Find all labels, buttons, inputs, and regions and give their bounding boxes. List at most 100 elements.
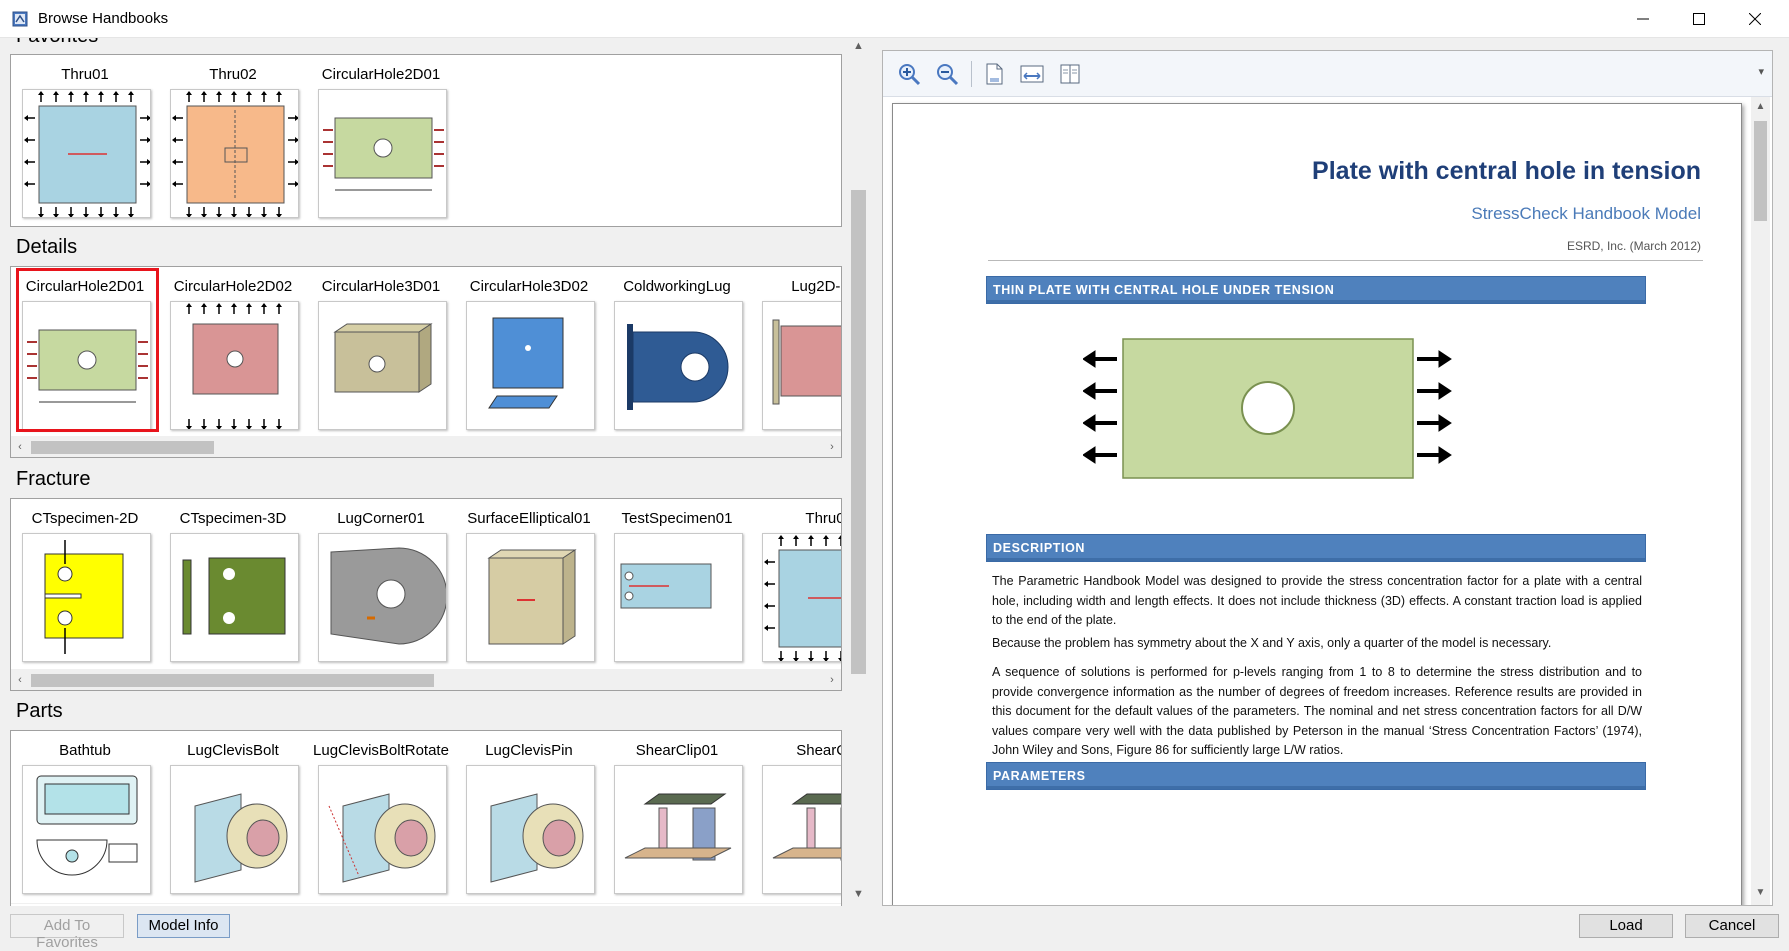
handbook-thumbnail[interactable]	[614, 301, 743, 430]
zoom-out-icon	[937, 64, 959, 86]
toolbar-dropdown-icon[interactable]: ▾	[1758, 65, 1764, 78]
ct-specimen-3d-thumbnail	[182, 557, 286, 635]
handbook-tile-label: ShearCli	[796, 742, 841, 759]
handbook-thumbnail[interactable]	[170, 533, 299, 662]
shear-clip-thumbnail	[624, 793, 732, 861]
scroll-right-icon[interactable]: ›	[825, 441, 839, 453]
scroll-thumb[interactable]	[1754, 121, 1767, 221]
pane-splitter[interactable]	[868, 38, 882, 906]
handbook-tile-label: CircularHole3D02	[469, 278, 589, 295]
scroll-left-icon[interactable]: ‹	[13, 441, 27, 453]
close-icon	[1749, 13, 1761, 25]
cancel-button[interactable]: Cancel	[1685, 914, 1779, 938]
handbook-thumbnail[interactable]	[318, 533, 447, 662]
browser-vertical-scrollbar[interactable]: ▲ ▼	[849, 38, 868, 906]
handbook-tile[interactable]: TestSpecimen01	[603, 499, 751, 669]
fracture-horizontal-scrollbar[interactable]: ‹ ›	[11, 669, 841, 690]
load-button[interactable]: Load	[1579, 914, 1673, 938]
handbook-tile-label: TestSpecimen01	[621, 510, 733, 527]
parts-gallery: ShearCli ShearClip01 LugClevisPin LugClevis…	[10, 730, 842, 906]
doc-section-heading: THIN PLATE WITH CENTRAL HOLE UNDER TENSI…	[986, 276, 1646, 304]
title-bar: Browse Handbooks	[0, 0, 1789, 38]
handbook-tile[interactable]: Bathtub	[11, 731, 159, 901]
handbook-thumbnail[interactable]	[22, 89, 151, 218]
handbook-tile[interactable]: CircularHole3D01	[307, 267, 455, 437]
scroll-thumb[interactable]	[31, 441, 214, 454]
handbook-tile[interactable]: CircularHole3D02	[455, 267, 603, 437]
handbook-thumbnail[interactable]	[22, 533, 151, 662]
scroll-down-icon[interactable]: ▼	[849, 888, 868, 900]
scroll-down-icon[interactable]: ▼	[1751, 887, 1770, 898]
document-vertical-scrollbar[interactable]: ▲ ▼	[1751, 97, 1770, 905]
handbook-thumbnail[interactable]	[318, 301, 447, 430]
handbook-tile[interactable]: ShearClip01	[603, 731, 751, 901]
model-info-button[interactable]: Model Info	[137, 914, 230, 938]
scroll-left-icon[interactable]: ‹	[13, 674, 27, 686]
handbook-tile[interactable]: LugCorner01	[307, 499, 455, 669]
handbook-tile[interactable]: CTspecimen-2D	[11, 499, 159, 669]
minimize-button[interactable]	[1620, 0, 1666, 38]
two-page-button[interactable]	[1056, 60, 1084, 88]
fit-width-icon	[1020, 65, 1044, 83]
handbook-thumbnail[interactable]	[614, 533, 743, 662]
handbook-tile[interactable]: LugClevisBolt	[159, 731, 307, 901]
handbook-tile[interactable]: Thru02	[159, 55, 307, 225]
favorites-gallery: CircularHole2D01 Thru02 Thru01	[10, 54, 842, 227]
handbook-tile[interactable]: CircularHole2D02	[159, 267, 307, 437]
lug-2d-thumbnail	[772, 319, 841, 405]
fit-width-button[interactable]	[1018, 60, 1046, 88]
add-to-favorites-button[interactable]: Add To Favorites	[10, 914, 124, 951]
handbook-thumbnail[interactable]	[466, 301, 595, 430]
handbook-tile[interactable]: SurfaceElliptical01	[455, 499, 603, 669]
handbook-tile[interactable]: LugClevisPin	[455, 731, 603, 901]
surface-elliptical-thumbnail	[487, 549, 577, 645]
scroll-thumb[interactable]	[851, 190, 866, 674]
handbook-thumbnail[interactable]	[318, 89, 447, 218]
scroll-thumb[interactable]	[31, 674, 434, 687]
details-horizontal-scrollbar[interactable]: ‹ ›	[11, 436, 841, 457]
handbook-tile-label: Thru02	[209, 66, 257, 83]
handbook-thumbnail[interactable]	[466, 533, 595, 662]
handbook-tile[interactable]: LugClevisBoltRotate	[307, 731, 455, 901]
handbook-thumbnail[interactable]	[22, 301, 151, 430]
handbook-tile-label: CircularHole2D02	[173, 278, 293, 295]
handbook-thumbnail[interactable]	[762, 533, 841, 662]
scroll-up-icon[interactable]: ▲	[849, 40, 868, 52]
handbook-thumbnail[interactable]	[762, 765, 841, 894]
close-button[interactable]	[1732, 0, 1778, 38]
plate-hole-3d-thumbnail	[333, 323, 433, 393]
handbook-tile[interactable]: ColdworkingLug	[603, 267, 751, 437]
section-title-favorites: Favorites	[16, 38, 98, 48]
handbook-thumbnail[interactable]	[170, 765, 299, 894]
handbook-thumbnail[interactable]	[170, 301, 299, 430]
test-specimen-thumbnail	[620, 563, 712, 609]
minimize-icon	[1637, 18, 1649, 20]
handbook-thumbnail[interactable]	[22, 765, 151, 894]
handbook-tile[interactable]: Thru0	[751, 499, 842, 669]
handbook-tile[interactable]: Thru01	[11, 55, 159, 225]
handbook-tile[interactable]: CTspecimen-3D	[159, 499, 307, 669]
scroll-up-icon[interactable]: ▲	[1751, 101, 1770, 112]
handbook-thumbnail[interactable]	[614, 765, 743, 894]
handbook-thumbnail[interactable]	[466, 765, 595, 894]
doc-title: Plate with central hole in tension	[1312, 157, 1701, 185]
zoom-in-button[interactable]	[895, 60, 923, 88]
handbook-thumbnail[interactable]	[318, 765, 447, 894]
zoom-in-icon	[899, 64, 921, 86]
scroll-right-icon[interactable]: ›	[825, 674, 839, 686]
handbook-tile[interactable]: CircularHole2D01	[11, 267, 159, 437]
doc-paragraph: Because the problem has symmetry about t…	[992, 636, 1552, 650]
handbook-tile-label: LugClevisBolt	[187, 742, 279, 759]
handbook-tile[interactable]: ShearCli	[751, 731, 841, 901]
doc-paragraph: The Parametric Handbook Model was design…	[992, 574, 1642, 627]
page-view-button[interactable]	[980, 60, 1008, 88]
handbook-thumbnail[interactable]	[762, 301, 841, 430]
handbook-tile[interactable]: CircularHole2D01	[307, 55, 455, 225]
maximize-button[interactable]	[1676, 0, 1722, 38]
handbook-thumbnail[interactable]	[170, 89, 299, 218]
plate-hole-3d-angled-thumbnail	[488, 317, 564, 409]
handbook-tile-label: Thru0	[805, 510, 842, 527]
doc-section-heading: PARAMETERS	[986, 762, 1646, 790]
zoom-out-button[interactable]	[933, 60, 961, 88]
handbook-tile[interactable]: Lug2D-Be	[751, 267, 841, 437]
